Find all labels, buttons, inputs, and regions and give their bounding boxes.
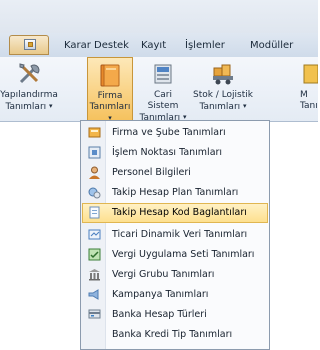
- menu-item-islem-noktasi[interactable]: İşlem Noktası Tanımları: [82, 143, 268, 163]
- moduller-partial-button[interactable]: M Tanı: [292, 57, 318, 121]
- dropdown-arrow-icon: ▾: [49, 102, 53, 110]
- tax-set-icon: [88, 248, 101, 261]
- tab-islemler[interactable]: İşlemler: [185, 40, 225, 51]
- stok-lojistik-tanimlari-button[interactable]: Stok / Lojistik Tanımları ▾: [190, 57, 256, 121]
- button-line1: Stok / Lojistik: [192, 90, 253, 100]
- cari-sistem-tanimlari-button[interactable]: Cari Sistem Tanımları ▾: [138, 57, 188, 123]
- campaign-icon: [88, 289, 99, 300]
- button-line1: M: [300, 90, 308, 100]
- account-link-icon: [89, 206, 100, 219]
- menu-item-firma-ve-sube[interactable]: Firma ve Şube Tanımları: [82, 123, 268, 143]
- menu-item-kampanya[interactable]: Kampanya Tanımları: [82, 285, 268, 305]
- tools-icon: [19, 63, 40, 84]
- menu-item-personel-bilgileri[interactable]: Personel Bilgileri: [82, 163, 268, 183]
- branch-icon: [88, 127, 101, 138]
- menu-item-takip-hesap-kod[interactable]: Takip Hesap Kod Baglantıları: [82, 203, 268, 223]
- truck-icon: [213, 64, 233, 85]
- menu-item-takip-hesap-plan[interactable]: Takip Hesap Plan Tanımları: [82, 183, 268, 203]
- menu-item-vergi-grubu[interactable]: Vergi Grubu Tanımları: [82, 265, 268, 285]
- title-strip: [0, 0, 318, 33]
- tab-karar-destek[interactable]: Karar Destek: [64, 40, 129, 51]
- person-icon: [89, 166, 100, 179]
- button-line2: Tanımları: [199, 102, 241, 112]
- application-icon: [24, 39, 36, 50]
- point-icon: [88, 146, 101, 159]
- menu-item-banka-hesap-turleri[interactable]: Banka Hesap Türleri: [82, 305, 268, 325]
- bank-icon: [88, 309, 101, 319]
- button-line1: Yapılandırma: [0, 90, 58, 100]
- server-icon: [154, 64, 172, 84]
- firma-tanimlari-button[interactable]: Firma Tanımları ▾: [87, 57, 133, 122]
- menu-item-ticari-dinamik-veri[interactable]: Ticari Dinamik Veri Tanımları: [82, 225, 268, 245]
- menu-item-banka-kredi-tip[interactable]: Banka Kredi Tip Tanımları: [82, 325, 268, 345]
- button-line1: Firma: [97, 91, 123, 101]
- tax-group-icon: [89, 269, 100, 281]
- yapilandirma-tanimlari-button[interactable]: Yapılandırma Tanımları ▾: [0, 57, 58, 121]
- menu-item-vergi-uygulama-seti[interactable]: Vergi Uygulama Seti Tanımları: [82, 245, 268, 265]
- button-line2: Tanı: [300, 101, 318, 111]
- application-menu-button[interactable]: [9, 35, 49, 55]
- button-line2: Tanımları: [5, 102, 47, 112]
- dropdown-arrow-icon: ▾: [243, 102, 247, 110]
- firma-tanimlari-dropdown-menu: Firma ve Şube Tanımları İşlem Noktası Ta…: [80, 120, 270, 350]
- account-plan-icon: [88, 187, 101, 199]
- button-line2: Tanımları: [89, 102, 131, 112]
- button-line1: Cari Sistem: [147, 90, 179, 111]
- grid-icon: [303, 64, 318, 84]
- tab-kayit[interactable]: Kayıt: [141, 40, 166, 51]
- data-icon: [88, 229, 101, 240]
- tab-moduller[interactable]: Modüller: [250, 40, 293, 51]
- folder-icon: [100, 64, 120, 87]
